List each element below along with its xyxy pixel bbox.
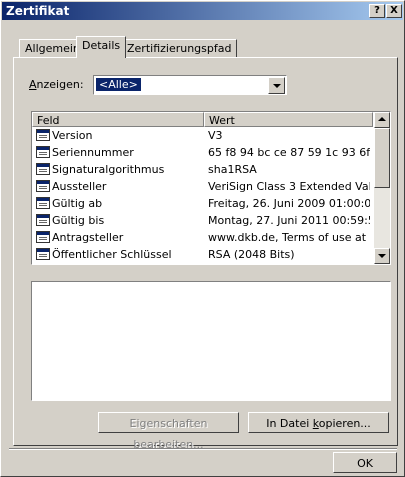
list-item[interactable]: Version V3 — [32, 128, 373, 144]
arrow-down-icon — [378, 254, 386, 258]
certificate-field-icon — [36, 180, 50, 192]
list-item[interactable]: Öffentlicher Schlüssel RSA (2048 Bits) — [32, 247, 373, 263]
list-item[interactable]: Seriennummer 65 f8 94 bc ce 87 59 1c 93 … — [32, 145, 373, 161]
show-dropdown[interactable]: <Alle> — [93, 75, 287, 95]
show-label: Anzeigen: — [29, 78, 84, 91]
scroll-up-button[interactable] — [374, 112, 390, 128]
certificate-field-icon — [36, 163, 50, 175]
field-value: 65 f8 94 bc ce 87 59 1c 93 6f ... — [208, 146, 370, 159]
list-item[interactable]: Antragsteller www.dkb.de, Terms of use a… — [32, 230, 373, 246]
help-button[interactable]: ? — [369, 4, 385, 18]
field-value: sha1RSA — [208, 163, 257, 176]
list-item[interactable]: Signaturalgorithmus sha1RSA — [32, 162, 373, 178]
certificate-field-icon — [36, 248, 50, 260]
certificate-field-icon — [36, 146, 50, 158]
copy-to-file-button[interactable]: In Datei kopieren... — [248, 412, 389, 433]
chevron-down-icon — [273, 84, 281, 88]
close-button[interactable]: X — [386, 4, 402, 18]
show-dropdown-value: <Alle> — [95, 77, 142, 92]
dropdown-button[interactable] — [268, 77, 285, 94]
tab-certification-path[interactable]: Zertifizierungspfad — [121, 39, 238, 58]
ok-button[interactable]: OK — [333, 452, 397, 473]
value-detail-box[interactable] — [31, 281, 391, 401]
arrow-up-icon — [378, 117, 386, 121]
list-item[interactable]: Gültig ab Freitag, 26. Juni 2009 01:00:0… — [32, 196, 373, 212]
tab-details[interactable]: Details — [76, 36, 127, 58]
certificate-field-icon — [36, 214, 50, 226]
field-value: VeriSign Class 3 Extended Vali... — [208, 180, 370, 193]
field-value: V3 — [208, 129, 223, 142]
divider — [9, 448, 397, 450]
certificate-field-icon — [36, 197, 50, 209]
field-value: RSA (2048 Bits) — [208, 248, 295, 261]
certificate-field-icon — [36, 231, 50, 243]
certificate-field-icon — [36, 129, 50, 141]
column-header-field[interactable]: Feld — [32, 112, 204, 127]
list-item[interactable]: Aussteller VeriSign Class 3 Extended Val… — [32, 179, 373, 195]
edit-properties-button[interactable]: Eigenschaften bearbeiten... — [98, 412, 239, 451]
field-value: Freitag, 26. Juni 2009 01:00:00 — [208, 197, 370, 210]
column-header-value[interactable]: Wert — [204, 112, 373, 127]
list-scrollbar[interactable] — [374, 112, 390, 264]
list-item[interactable]: Gültig bis Montag, 27. Juni 2011 00:59:5… — [32, 213, 373, 229]
field-value: www.dkb.de, Terms of use at ... — [208, 231, 370, 244]
scroll-down-button[interactable] — [374, 248, 390, 264]
window-title: Zertifikat — [6, 4, 70, 18]
field-list[interactable]: Feld Wert Version V3 Seriennummer 65 f8 … — [31, 111, 391, 265]
title-bar[interactable]: Zertifikat ? X — [2, 2, 403, 20]
scroll-thumb[interactable] — [374, 128, 390, 188]
certificate-dialog: Zertifikat ? X Allgemein Details Zertifi… — [0, 0, 405, 477]
field-value: Montag, 27. Juni 2011 00:59:59 — [208, 214, 370, 227]
